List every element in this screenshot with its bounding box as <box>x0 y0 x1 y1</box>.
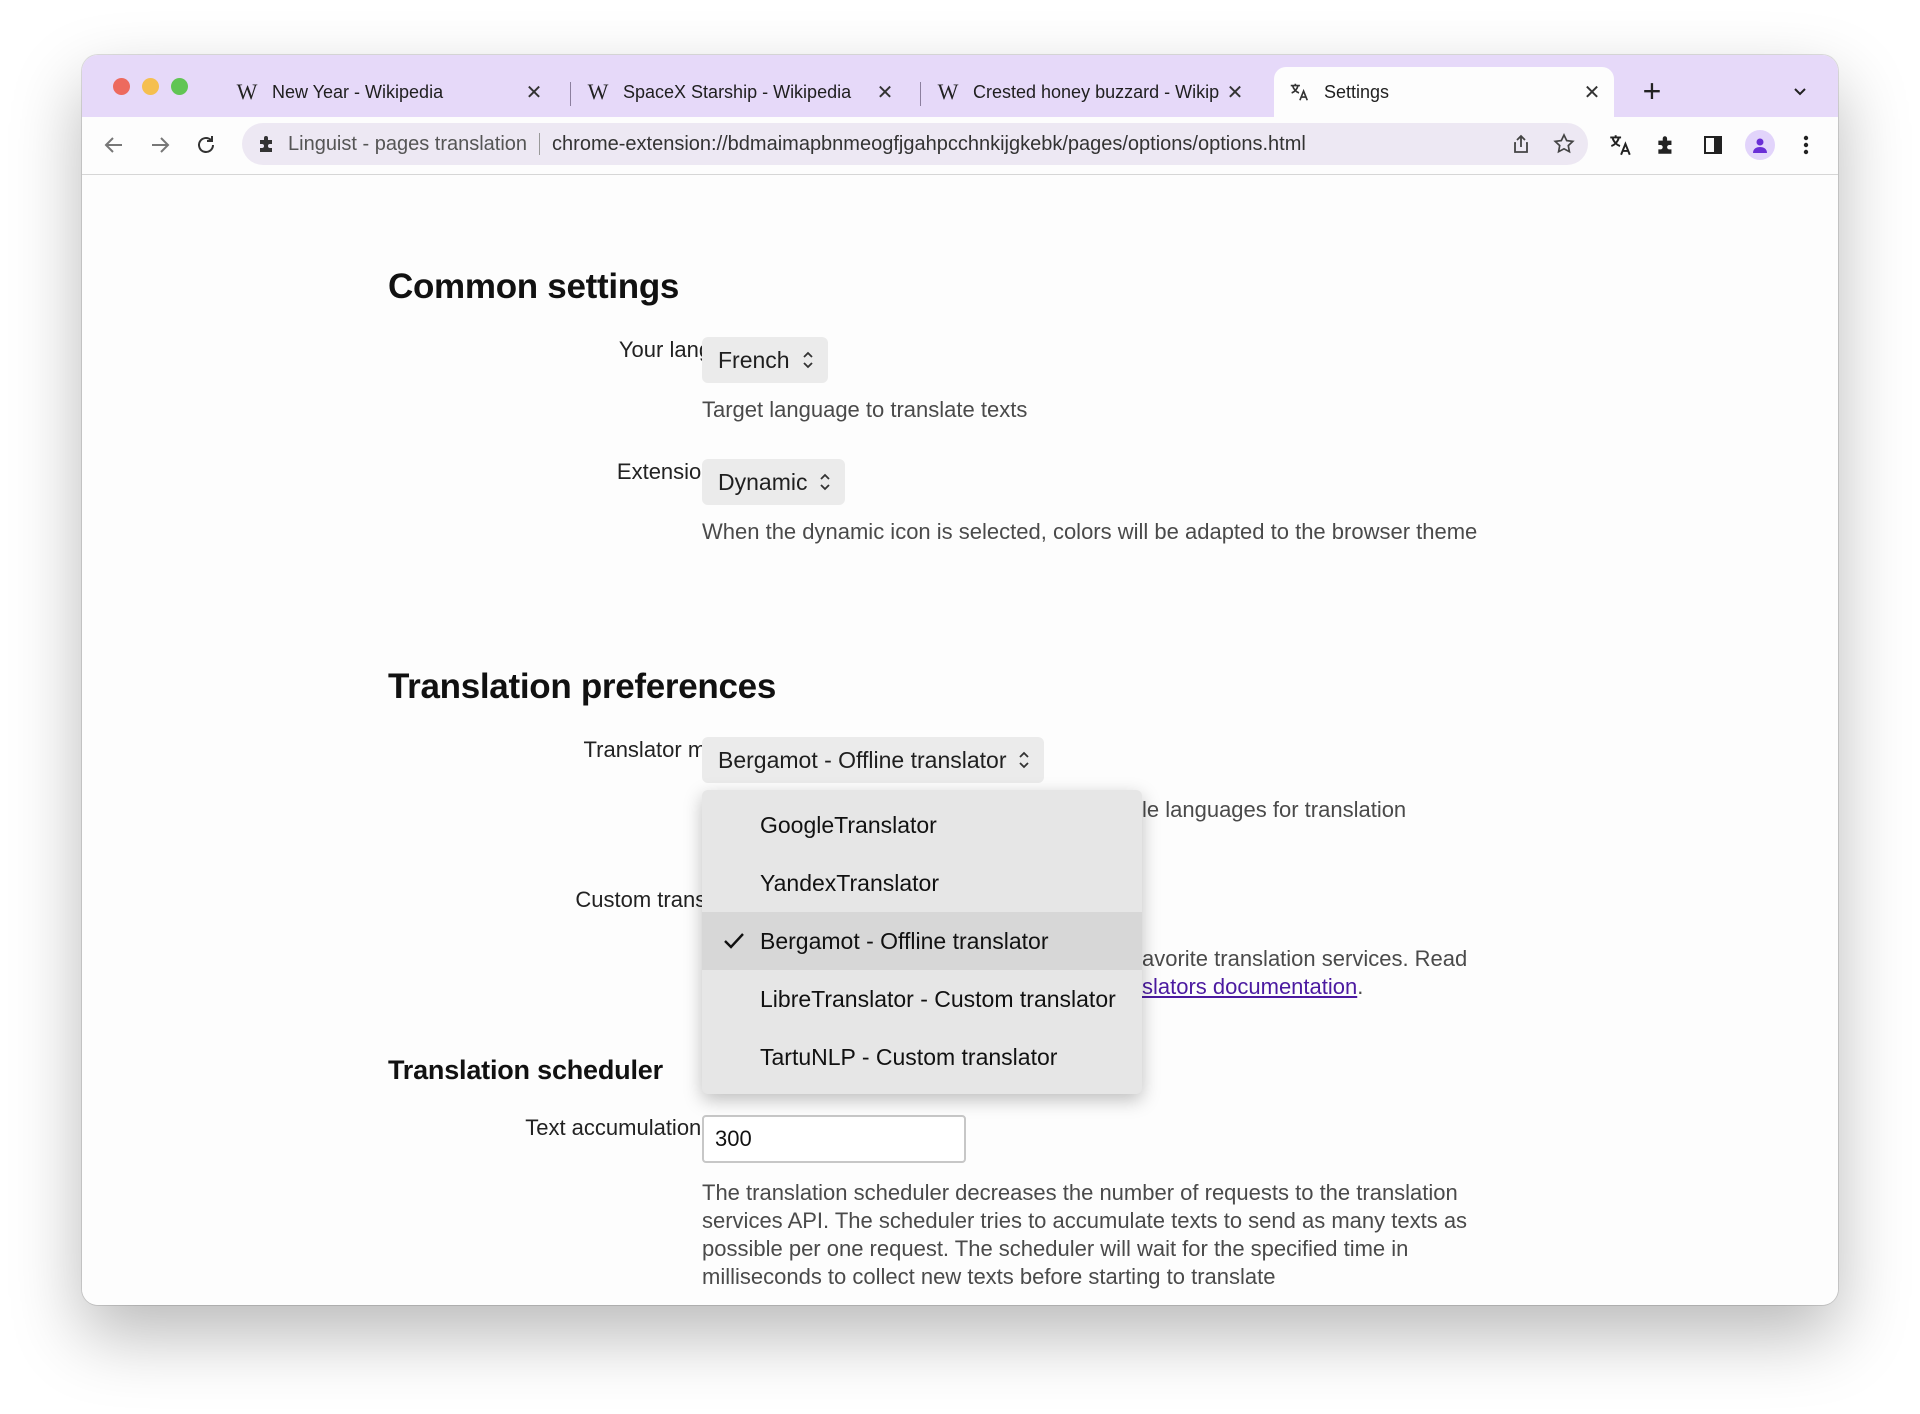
extension-icon-select[interactable]: Dynamic <box>702 459 846 505</box>
wikipedia-icon: W <box>236 79 258 104</box>
extension-icon-help-text: When the dynamic icon is selected, color… <box>702 519 1478 544</box>
bookmark-star-icon[interactable] <box>1552 132 1576 156</box>
back-arrow-icon[interactable] <box>96 127 132 163</box>
option-label: LibreTranslator - Custom translator <box>760 985 1116 1012</box>
tab-new-year[interactable]: W New Year - Wikipedia ✕ <box>222 67 556 117</box>
custom-translators-help-line: avorite translation services. Read <box>1142 946 1468 971</box>
custom-translators-help-text: avorite translation services. Read slato… <box>1142 945 1542 1001</box>
close-tab-icon[interactable]: ✕ <box>1223 80 1247 104</box>
tab-strip: W New Year - Wikipedia ✕ W SpaceX Starsh… <box>82 55 1838 117</box>
extensions-puzzle-icon[interactable] <box>1648 127 1684 163</box>
translate-icon <box>1288 81 1310 103</box>
translator-module-help-text: le languages for translation <box>1142 797 1407 822</box>
dropdown-option[interactable]: TartuNLP - Custom translator <box>702 1028 1142 1086</box>
translate-extension-icon[interactable] <box>1602 127 1638 163</box>
tab-settings[interactable]: Settings ✕ <box>1274 67 1614 117</box>
dropdown-option[interactable]: LibreTranslator - Custom translator <box>702 970 1142 1028</box>
puzzle-piece-icon <box>256 133 278 155</box>
text-accumulation-delay-input[interactable]: 300 <box>702 1115 966 1163</box>
close-tab-icon[interactable]: ✕ <box>873 80 897 104</box>
close-tab-icon[interactable]: ✕ <box>522 80 546 104</box>
language-select-value: French <box>718 346 790 373</box>
tab-crested-honey-buzzard[interactable]: W Crested honey buzzard - Wikip ✕ <box>923 67 1257 117</box>
wikipedia-icon: W <box>587 79 609 104</box>
dropdown-option[interactable]: YandexTranslator <box>702 854 1142 912</box>
dropdown-option[interactable]: GoogleTranslator <box>702 796 1142 854</box>
option-label: Bergamot - Offline translator <box>760 927 1049 954</box>
section-heading-translation-preferences: Translation preferences <box>388 667 776 706</box>
option-label: YandexTranslator <box>760 869 939 896</box>
reload-icon[interactable] <box>188 127 224 163</box>
url-text: chrome-extension://bdmaimapbnmeogfjgahpc… <box>552 132 1306 155</box>
select-arrows-icon <box>1018 749 1030 771</box>
tab-separator <box>920 82 921 106</box>
browser-toolbar: Linguist - pages translation chrome-exte… <box>82 117 1838 175</box>
extension-icon-select-value: Dynamic <box>718 468 808 495</box>
share-icon[interactable] <box>1510 133 1532 155</box>
tab-title: SpaceX Starship - Wikipedia <box>623 81 852 102</box>
wikipedia-icon: W <box>937 79 959 104</box>
new-tab-button[interactable]: + <box>1634 73 1670 109</box>
options-page: Common settings Your language French Tar… <box>82 175 1838 1305</box>
section-heading-translation-scheduler: Translation scheduler <box>388 1055 663 1085</box>
option-label: TartuNLP - Custom translator <box>760 1043 1058 1070</box>
browser-window: W New Year - Wikipedia ✕ W SpaceX Starsh… <box>82 55 1838 1305</box>
dropdown-option-selected[interactable]: Bergamot - Offline translator <box>702 912 1142 970</box>
language-help-text: Target language to translate texts <box>702 397 1028 422</box>
help-tail: . <box>1357 974 1364 999</box>
tab-search-chevron-icon[interactable] <box>1782 73 1818 109</box>
translator-module-select[interactable]: Bergamot - Offline translator <box>702 737 1045 783</box>
address-bar[interactable]: Linguist - pages translation chrome-exte… <box>242 123 1588 165</box>
side-panel-icon[interactable] <box>1695 127 1731 163</box>
tab-title: Settings <box>1324 81 1390 102</box>
scheduler-help-text: The translation scheduler decreases the … <box>702 1180 1468 1289</box>
close-window-button[interactable] <box>113 78 130 95</box>
profile-avatar[interactable] <box>1742 127 1778 163</box>
text-accumulation-delay-value: 300 <box>715 1126 752 1151</box>
minimize-window-button[interactable] <box>142 78 159 95</box>
close-tab-icon[interactable]: ✕ <box>1580 80 1604 104</box>
tab-spacex-starship[interactable]: W SpaceX Starship - Wikipedia ✕ <box>573 67 907 117</box>
section-heading-common-settings: Common settings <box>388 267 680 306</box>
extension-name: Linguist - pages translation <box>288 132 528 155</box>
custom-translators-docs-link[interactable]: slators documentation <box>1142 974 1357 999</box>
select-arrows-icon <box>819 471 831 493</box>
zoom-window-button[interactable] <box>171 78 188 95</box>
more-menu-icon[interactable] <box>1788 127 1824 163</box>
checkmark-icon <box>722 930 746 958</box>
select-arrows-icon <box>802 349 814 371</box>
translator-module-select-value: Bergamot - Offline translator <box>718 746 1007 773</box>
forward-arrow-icon[interactable] <box>142 127 178 163</box>
tab-title: Crested honey buzzard - Wikip <box>973 81 1220 102</box>
person-icon <box>1745 130 1775 160</box>
translator-module-dropdown: GoogleTranslator YandexTranslator Bergam… <box>702 790 1142 1094</box>
option-label: GoogleTranslator <box>760 811 937 838</box>
language-select[interactable]: French <box>702 337 828 383</box>
tab-title: New Year - Wikipedia <box>272 81 444 102</box>
omnibox-divider <box>539 133 541 155</box>
tab-separator <box>570 82 571 106</box>
